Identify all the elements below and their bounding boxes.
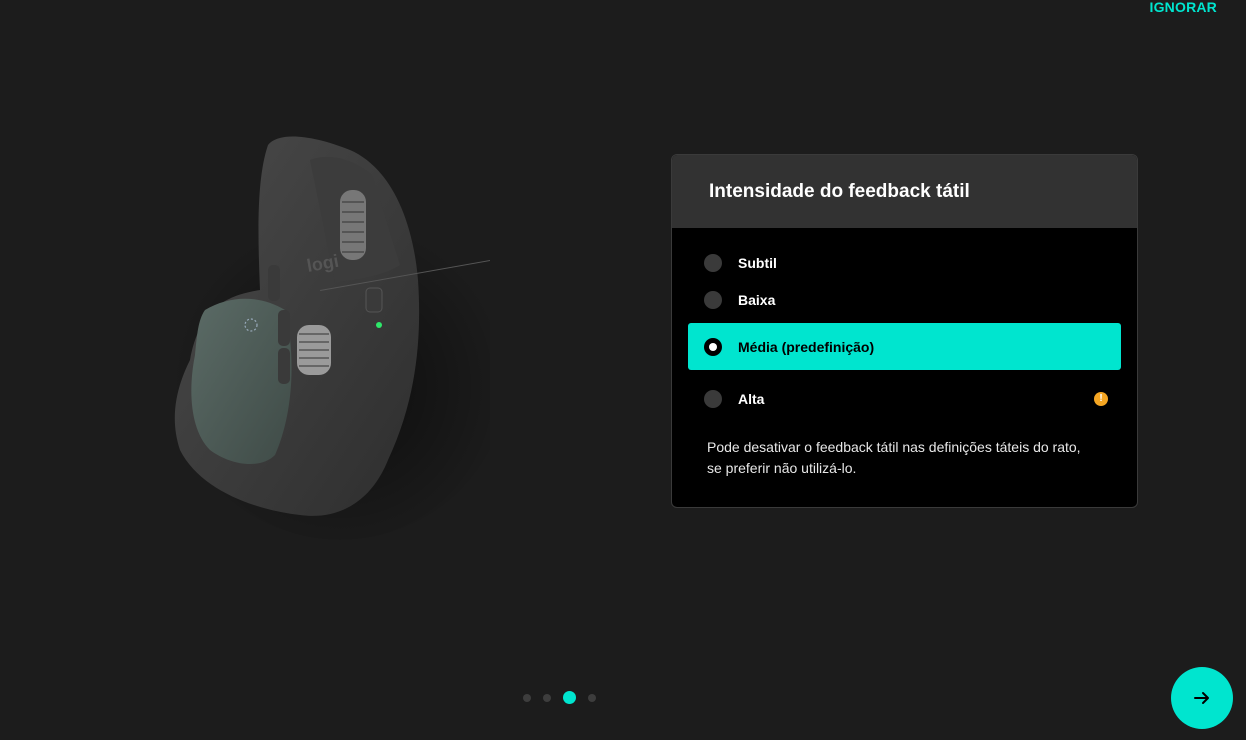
- next-button[interactable]: [1171, 667, 1233, 729]
- option-baixa[interactable]: Baixa: [688, 281, 1121, 318]
- mouse-image: logi: [150, 120, 547, 540]
- card-header: Intensidade do feedback tátil: [672, 155, 1137, 228]
- arrow-right-icon: [1194, 692, 1209, 704]
- radio-dot: [709, 342, 717, 351]
- note-line-2: se preferir não utilizá-lo.: [707, 460, 857, 476]
- option-media[interactable]: Média (predefinição): [688, 323, 1121, 370]
- onboarding-screen: IGNORAR logi Intensidade do feedback tát…: [0, 0, 1246, 740]
- pager: [523, 691, 608, 704]
- haptic-intensity-card: Intensidade do feedback tátil Subtil Bai…: [671, 154, 1138, 508]
- option-alta[interactable]: Alta !: [688, 380, 1121, 417]
- option-label: Subtil: [738, 254, 777, 271]
- pager-dot[interactable]: [588, 693, 596, 702]
- radio-button[interactable]: [704, 253, 722, 272]
- haptic-note: Pode desativar o feedback tátil nas defi…: [672, 417, 1137, 479]
- radio-button[interactable]: [704, 337, 722, 356]
- note-line-1: Pode desativar o feedback tátil nas defi…: [707, 439, 1081, 455]
- pager-dot[interactable]: [523, 693, 531, 702]
- pager-dot-active[interactable]: [563, 691, 576, 704]
- card-title: Intensidade do feedback tátil: [709, 180, 970, 202]
- pager-dot[interactable]: [543, 693, 551, 702]
- option-label: Baixa: [738, 291, 776, 308]
- option-label: Alta: [738, 390, 765, 407]
- warning-icon[interactable]: !: [1094, 391, 1108, 406]
- radio-button[interactable]: [704, 290, 722, 309]
- option-label: Média (predefinição): [738, 338, 875, 355]
- skip-link[interactable]: IGNORAR: [1149, 0, 1217, 14]
- intensity-options: Subtil Baixa Média (predefinição) Alta !: [672, 228, 1137, 417]
- radio-button[interactable]: [704, 389, 722, 408]
- option-subtil[interactable]: Subtil: [688, 244, 1121, 281]
